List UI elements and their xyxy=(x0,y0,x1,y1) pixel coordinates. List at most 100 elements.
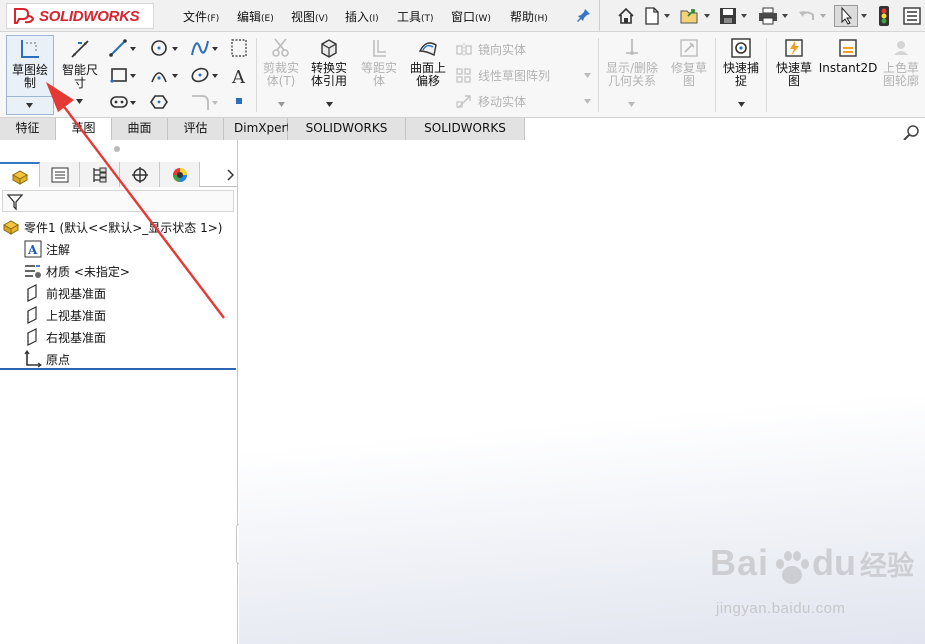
ribbon-separator xyxy=(598,38,599,112)
tree-root-label: 零件1 (默认<<默认>_显示状态 1>) xyxy=(24,220,223,235)
home-button[interactable] xyxy=(616,5,636,27)
chevron-down-icon[interactable] xyxy=(738,102,745,107)
slot-icon[interactable] xyxy=(110,96,136,108)
trim-icon xyxy=(272,38,289,57)
menu-insert[interactable]: 插入(I) xyxy=(345,8,379,25)
new-button[interactable] xyxy=(643,5,671,27)
tab-features[interactable]: 特征 xyxy=(0,118,56,140)
tree-item-material[interactable]: 材质 <未指定> xyxy=(0,260,236,282)
shaded-contours-icon xyxy=(894,41,908,55)
chevron-down-icon[interactable] xyxy=(584,73,591,78)
material-icon xyxy=(24,262,42,280)
text-icon[interactable]: A xyxy=(231,67,246,88)
new-document-icon xyxy=(645,7,659,25)
smart-dimension-icon xyxy=(71,40,89,58)
offset-on-surface-button[interactable]: 曲面上 偏移 xyxy=(405,37,451,88)
menu-view[interactable]: 视图(V) xyxy=(291,8,328,25)
rectangle-icon[interactable] xyxy=(110,68,136,83)
solidworks-logo[interactable]: SOLIDWORKS xyxy=(6,3,154,29)
tree-root-part[interactable]: 零件1 (默认<<默认>_显示状态 1>) xyxy=(0,216,236,238)
polygon-icon[interactable] xyxy=(150,95,168,109)
quick-snaps-button[interactable]: 快速捕捉 xyxy=(719,37,763,88)
tab-dimxpert-manager[interactable] xyxy=(120,162,160,187)
rapid-sketch-button[interactable]: 快速草图 xyxy=(770,37,818,88)
chevron-down-icon[interactable] xyxy=(76,99,83,104)
tab-feature-manager[interactable] xyxy=(0,162,40,187)
arc-icon[interactable] xyxy=(151,72,178,83)
undo-icon xyxy=(799,11,814,20)
tree-item-right-plane[interactable]: 右视基准面 xyxy=(0,326,236,348)
chevron-down-icon[interactable] xyxy=(584,99,591,104)
shaded-sketch-contours-button[interactable]: 上色草 图轮廓 xyxy=(878,37,924,88)
menu-tools[interactable]: 工具(T) xyxy=(397,8,434,25)
line-icon[interactable] xyxy=(109,39,136,57)
tab-property-manager[interactable] xyxy=(40,162,80,187)
sketch-dropdown[interactable] xyxy=(6,96,54,114)
open-button[interactable] xyxy=(679,5,711,27)
panel-tabs-more[interactable] xyxy=(200,162,238,187)
tab-configuration-manager[interactable] xyxy=(80,162,120,187)
configuration-manager-icon xyxy=(92,167,106,182)
select-button[interactable] xyxy=(834,5,868,27)
ellipse-icon[interactable] xyxy=(190,66,218,84)
command-tabs: 特征 草图 曲面 评估 DimXpert SOLIDWORKS 插件 SOLID… xyxy=(0,118,525,155)
smart-dimension-button[interactable]: 智能尺寸 xyxy=(58,37,102,90)
trim-entities-button[interactable]: 剪裁实 体(T) xyxy=(259,37,303,88)
offset-entities-button[interactable]: 等距实体 xyxy=(357,37,401,88)
chevron-down-icon[interactable] xyxy=(326,102,333,107)
rebuild-button[interactable] xyxy=(878,5,890,27)
chevron-down-icon xyxy=(26,103,33,108)
linear-pattern-button[interactable]: 线性草图阵列 xyxy=(456,67,550,84)
instant2d-button[interactable]: Instant2D xyxy=(819,37,877,75)
ribbon-separator xyxy=(256,38,257,112)
tree-item-top-plane[interactable]: 上视基准面 xyxy=(0,304,236,326)
display-manager-icon xyxy=(172,167,187,182)
menu-edit[interactable]: 编辑(E) xyxy=(237,8,274,25)
menu-separator xyxy=(599,0,600,32)
pin-icon[interactable] xyxy=(576,7,592,23)
move-entities-button[interactable]: 移动实体 xyxy=(456,93,526,110)
sketch-button[interactable]: 草图绘制 xyxy=(8,37,52,90)
rollback-bar[interactable] xyxy=(0,368,236,370)
ribbon-separator xyxy=(766,38,767,112)
spline-icon[interactable] xyxy=(191,40,218,56)
tab-evaluate[interactable]: 评估 xyxy=(168,118,224,140)
tab-display-manager[interactable] xyxy=(160,162,200,187)
print-button[interactable] xyxy=(757,5,789,27)
tree-item-front-plane[interactable]: 前视基准面 xyxy=(0,282,236,304)
chevron-down-icon[interactable] xyxy=(278,102,285,107)
svg-text:A: A xyxy=(231,67,246,88)
tree-item-annotations[interactable]: A 注解 xyxy=(0,238,236,260)
surface-region-icon[interactable] xyxy=(231,39,247,57)
sketch-icon xyxy=(21,40,39,58)
tab-dimxpert[interactable]: DimXpert xyxy=(224,118,291,140)
select-cursor-icon xyxy=(834,5,858,27)
menu-help[interactable]: 帮助(H) xyxy=(510,8,548,25)
menu-file[interactable]: 文件(F) xyxy=(183,8,219,25)
tab-surfaces[interactable]: 曲面 xyxy=(112,118,168,140)
convert-entities-button[interactable]: 转换实 体引用 xyxy=(307,37,351,88)
tab-solidworks-mbd[interactable]: SOLIDWORKS MBD xyxy=(406,118,525,155)
point-icon[interactable] xyxy=(236,98,242,104)
repair-sketch-button[interactable]: 修复草图 xyxy=(666,37,712,88)
origin-icon xyxy=(24,350,42,368)
save-button[interactable] xyxy=(718,5,748,27)
options-button[interactable] xyxy=(902,5,922,27)
panel-grip[interactable] xyxy=(114,146,120,152)
ribbon-separator xyxy=(715,38,716,112)
undo-button[interactable] xyxy=(797,5,827,27)
tab-solidworks-addins[interactable]: SOLIDWORKS 插件 xyxy=(288,118,406,155)
tab-sketch[interactable]: 草图 xyxy=(56,118,112,140)
chevron-down-icon[interactable] xyxy=(628,102,635,107)
feature-filter[interactable] xyxy=(2,190,234,212)
display-delete-relations-button[interactable]: 显示/删除 几何关系 xyxy=(602,37,662,88)
fillet-icon[interactable] xyxy=(192,95,218,110)
circle-icon[interactable] xyxy=(151,40,178,56)
mirror-entities-button[interactable]: 镜向实体 xyxy=(456,41,526,58)
menu-window[interactable]: 窗口(W) xyxy=(451,8,491,25)
traffic-light-icon xyxy=(879,6,889,26)
convert-entities-icon xyxy=(321,39,337,58)
tree-item-origin[interactable]: 原点 xyxy=(0,348,236,370)
tree-item-label: 右视基准面 xyxy=(46,330,107,345)
svg-text:A: A xyxy=(27,243,38,257)
